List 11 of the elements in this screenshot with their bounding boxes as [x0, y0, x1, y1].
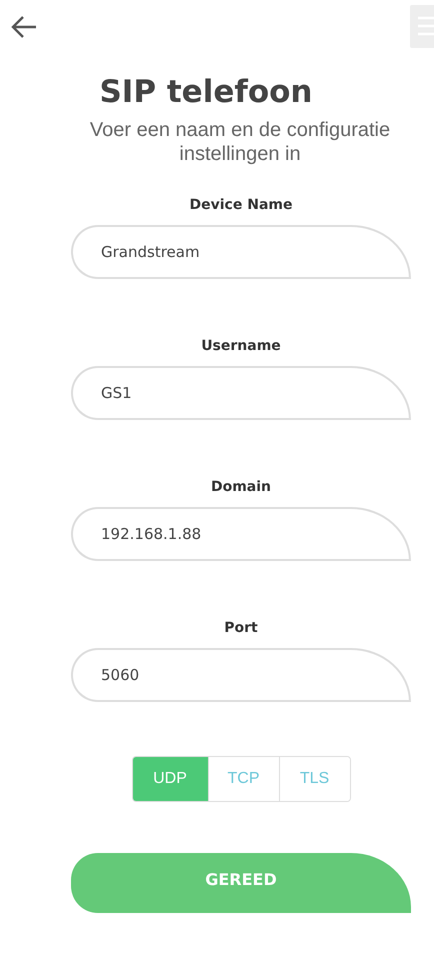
input-field[interactable]: GS1: [71, 366, 411, 420]
field-label: Domain: [210, 478, 272, 496]
back-arrow-icon[interactable]: [10, 14, 38, 40]
field-label: Device Name: [190, 196, 292, 214]
input-field[interactable]: 192.168.1.88: [71, 507, 411, 561]
field-label: Username: [201, 337, 281, 355]
input-field[interactable]: 5060: [71, 648, 411, 702]
input-field[interactable]: Grandstream: [71, 225, 411, 279]
page-title: SIP telefoon: [99, 73, 313, 112]
page-subtitle: Voer een naam en de configuratie instellingen in: [88, 118, 392, 166]
field-label: Port: [224, 619, 258, 637]
